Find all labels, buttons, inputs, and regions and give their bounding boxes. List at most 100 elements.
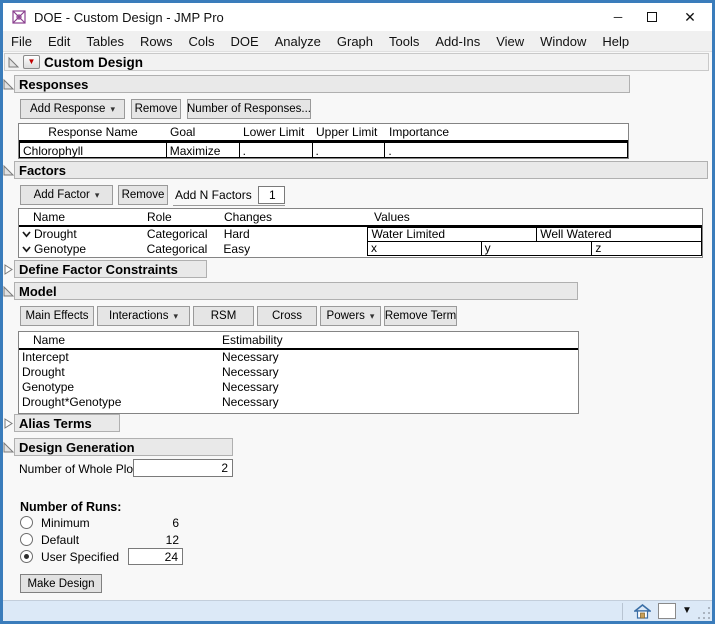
menu-edit[interactable]: Edit [40, 31, 78, 52]
factor-changes-cell[interactable]: Hard [221, 227, 368, 242]
add-response-button[interactable]: Add Response ▾ [20, 99, 125, 119]
maximize-button[interactable] [637, 3, 667, 31]
powers-label: Powers [326, 310, 365, 322]
alias-terms-header[interactable]: Alias Terms [4, 414, 120, 432]
define-factor-constraints-header[interactable]: Define Factor Constraints [4, 260, 207, 278]
factor-name: Drought [34, 227, 77, 241]
disclosure-open-icon[interactable] [3, 164, 15, 177]
interactions-button[interactable]: Interactions ▾ [97, 306, 190, 326]
menu-addins[interactable]: Add-Ins [427, 31, 488, 52]
number-of-responses-button[interactable]: Number of Responses... [187, 99, 311, 119]
response-upper-cell[interactable]: . [311, 142, 386, 158]
default-runs-value: 12 [165, 533, 179, 547]
model-term-row: Intercept Necessary [19, 350, 578, 365]
factors-header-label: Factors [19, 162, 66, 178]
factor-role-cell[interactable]: Categorical [144, 242, 221, 257]
status-bar: ▼ [3, 600, 712, 621]
factor-name-cell[interactable]: Drought [19, 227, 144, 242]
menu-doe[interactable]: DOE [222, 31, 266, 52]
add-factor-button[interactable]: Add Factor ▾ [20, 185, 113, 205]
minimum-radio[interactable] [20, 516, 33, 529]
resize-grip[interactable] [696, 605, 710, 619]
disclosure-open-icon[interactable] [7, 56, 20, 69]
menu-analyze[interactable]: Analyze [267, 31, 329, 52]
user-specified-input[interactable] [128, 548, 183, 565]
rsm-button[interactable]: RSM [193, 306, 254, 326]
user-specified-label[interactable]: User Specified [41, 550, 119, 564]
caret-down-icon[interactable]: ▼ [682, 605, 692, 616]
menu-tools[interactable]: Tools [381, 31, 427, 52]
window-title: DOE - Custom Design - JMP Pro [34, 9, 224, 25]
factor-chevron-icon[interactable] [22, 246, 31, 253]
whole-plots-input[interactable] [133, 459, 233, 477]
term-estimability[interactable]: Necessary [219, 365, 578, 381]
menu-view[interactable]: View [488, 31, 532, 52]
factors-table: Name Role Changes Values Drought Categor… [18, 208, 703, 258]
close-button[interactable]: ✕ [675, 3, 705, 31]
main-effects-button[interactable]: Main Effects [20, 306, 94, 326]
factor-value-cell[interactable]: Water Limited [367, 227, 538, 242]
menu-bar: File Edit Tables Rows Cols DOE Analyze G… [3, 31, 712, 52]
red-triangle-menu-button[interactable]: ▼ [23, 55, 40, 69]
term-name[interactable]: Drought*Genotype [19, 395, 219, 411]
user-specified-radio[interactable] [20, 550, 33, 563]
model-header[interactable]: Model [3, 282, 578, 300]
response-goal-cell[interactable]: Maximize [165, 142, 240, 158]
design-generation-label: Design Generation [19, 439, 135, 455]
menu-tables[interactable]: Tables [78, 31, 132, 52]
menu-cols[interactable]: Cols [180, 31, 222, 52]
term-estimability[interactable]: Necessary [219, 395, 578, 411]
menu-file[interactable]: File [3, 31, 40, 52]
minimum-label[interactable]: Minimum [41, 516, 90, 530]
factor-chevron-icon[interactable] [22, 231, 31, 238]
add-n-factors-input[interactable] [257, 185, 285, 204]
alias-terms-label: Alias Terms [19, 415, 92, 431]
cross-button[interactable]: Cross [257, 306, 317, 326]
disclosure-open-icon[interactable] [3, 78, 15, 91]
powers-button[interactable]: Powers ▾ [320, 306, 381, 326]
home-icon[interactable] [634, 604, 651, 619]
chevron-down-icon: ▾ [369, 310, 375, 321]
disclosure-collapsed-icon[interactable] [3, 263, 15, 276]
factor-value-cell[interactable]: z [591, 241, 702, 256]
disclosure-open-icon[interactable] [3, 285, 15, 298]
responses-header[interactable]: Responses [3, 75, 630, 93]
response-importance-cell[interactable]: . [384, 142, 629, 158]
col-role: Role [147, 210, 172, 224]
term-estimability[interactable]: Necessary [219, 350, 578, 366]
design-generation-header[interactable]: Design Generation [3, 438, 233, 456]
response-lower-cell[interactable]: . [238, 142, 313, 158]
default-radio[interactable] [20, 533, 33, 546]
factor-value-cell[interactable]: Well Watered [536, 227, 702, 242]
make-design-button[interactable]: Make Design [20, 574, 102, 593]
remove-response-button[interactable]: Remove [131, 99, 181, 119]
term-estimability[interactable]: Necessary [219, 380, 578, 396]
remove-factor-button[interactable]: Remove [118, 185, 168, 205]
disclosure-collapsed-icon[interactable] [3, 417, 15, 430]
add-n-factors-label: Add N Factors [175, 187, 252, 202]
term-name[interactable]: Intercept [19, 350, 219, 366]
menu-graph[interactable]: Graph [329, 31, 381, 52]
disclosure-open-icon[interactable] [3, 441, 15, 454]
default-label[interactable]: Default [41, 533, 79, 547]
factor-changes-cell[interactable]: Easy [220, 242, 367, 257]
factors-header[interactable]: Factors [3, 161, 708, 179]
menu-help[interactable]: Help [594, 31, 637, 52]
response-name-cell[interactable]: Chlorophyll [19, 142, 167, 158]
col-upper-limit: Upper Limit [316, 125, 378, 139]
minimize-button[interactable]: ─ [603, 3, 633, 31]
factor-value-cell[interactable]: x [366, 241, 482, 256]
factor-role-cell[interactable]: Categorical [144, 227, 221, 242]
minimum-runs-value: 6 [172, 516, 179, 530]
remove-term-button[interactable]: Remove Term [384, 306, 457, 326]
col-changes: Changes [224, 210, 273, 224]
term-name[interactable]: Genotype [19, 380, 219, 396]
menu-window[interactable]: Window [532, 31, 594, 52]
factor-value-cell[interactable]: y [480, 241, 593, 256]
term-name[interactable]: Drought [19, 365, 219, 381]
status-separator [622, 603, 623, 620]
col-lower-limit: Lower Limit [243, 125, 305, 139]
menu-rows[interactable]: Rows [132, 31, 181, 52]
factor-name-cell[interactable]: Genotype [19, 242, 144, 257]
window-list-button[interactable] [658, 603, 676, 619]
